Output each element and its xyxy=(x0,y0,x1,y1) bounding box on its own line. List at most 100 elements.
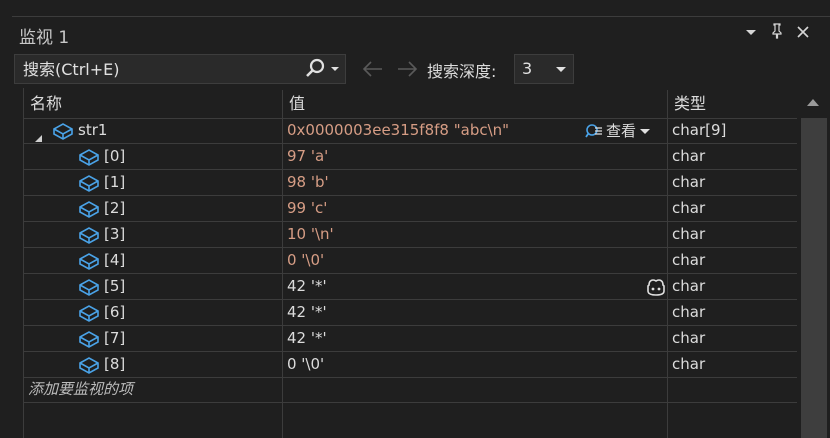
back-arrow-icon[interactable] xyxy=(360,56,386,82)
variable-value: 10 '\n' xyxy=(287,225,334,243)
watch-window: 监视 1 搜索(Ctrl+E) 搜索深度: 3 名称 值 类型 str1 0x0… xyxy=(0,0,830,438)
search-depth-label: 搜索深度: xyxy=(427,62,497,81)
name-cell: [5] xyxy=(24,274,282,300)
empty-value-cell xyxy=(282,403,667,438)
chevron-down-icon xyxy=(331,67,339,71)
variable-value: 42 '*' xyxy=(287,329,327,347)
value-cell[interactable]: 97 'a' xyxy=(282,144,667,170)
watch-row-child[interactable]: [6] 42 '*' char xyxy=(24,300,797,326)
object-icon xyxy=(78,356,100,374)
scrollbar-thumb[interactable] xyxy=(801,118,827,438)
name-cell: [8] xyxy=(24,352,282,378)
toolbar: 搜索深度: 3 xyxy=(12,52,830,88)
vertical-scrollbar[interactable] xyxy=(797,90,830,438)
type-cell: char xyxy=(667,274,797,300)
name-cell: [3] xyxy=(24,222,282,248)
search-depth-value: 3 xyxy=(522,59,533,78)
copilot-icon[interactable] xyxy=(645,277,667,297)
name-cell: [0] xyxy=(24,144,282,170)
variable-value: 97 'a' xyxy=(287,147,329,165)
viewer-label: 查看 xyxy=(606,121,637,140)
watch-grid: 名称 值 类型 str1 0x0000003ee315f8f8 "abc\n" 查看… xyxy=(24,90,797,438)
grid-left-gutter xyxy=(12,88,24,438)
grid-header: 名称 值 类型 xyxy=(24,90,797,119)
object-icon xyxy=(78,174,100,192)
value-cell[interactable]: 42 '*' xyxy=(282,300,667,326)
collapse-triangle-icon[interactable] xyxy=(34,126,43,144)
value-cell[interactable]: 42 '*' xyxy=(282,274,667,300)
object-icon xyxy=(78,252,100,270)
variable-name: [3] xyxy=(104,225,126,243)
search-depth-select[interactable]: 3 xyxy=(514,54,574,84)
variable-name: [6] xyxy=(104,303,126,321)
value-cell[interactable]: 0 '\0' xyxy=(282,352,667,378)
chevron-down-icon xyxy=(556,67,566,72)
column-header-type[interactable]: 类型 xyxy=(667,90,797,118)
watch-row-child[interactable]: [2] 99 'c' char xyxy=(24,196,797,222)
add-item-row[interactable]: 添加要监视的项 xyxy=(24,377,797,403)
watch-row-child[interactable]: [0] 97 'a' char xyxy=(24,144,797,170)
column-header-name[interactable]: 名称 xyxy=(24,90,282,118)
name-cell: str1 xyxy=(24,118,282,144)
watch-row-child[interactable]: [4] 0 '\0' char xyxy=(24,248,797,274)
variable-value: 98 'b' xyxy=(287,173,329,191)
pin-icon[interactable] xyxy=(764,23,790,45)
forward-arrow-icon[interactable] xyxy=(394,56,420,82)
object-icon xyxy=(78,148,100,166)
add-item-value-cell xyxy=(282,377,667,403)
title-controls xyxy=(738,23,816,45)
object-icon xyxy=(78,278,100,296)
value-cell[interactable]: 10 '\n' xyxy=(282,222,667,248)
type-cell: char xyxy=(667,300,797,326)
variable-value: 42 '*' xyxy=(287,303,327,321)
text-visualizer-button[interactable]: 查看 xyxy=(585,118,651,144)
search-input[interactable] xyxy=(15,55,301,83)
variable-name: [0] xyxy=(104,147,126,165)
watch-row-child[interactable]: [3] 10 '\n' char xyxy=(24,222,797,248)
type-cell: char xyxy=(667,170,797,196)
variable-value: 99 'c' xyxy=(287,199,328,217)
value-cell[interactable]: 42 '*' xyxy=(282,326,667,352)
search-box xyxy=(14,54,346,84)
name-cell: [1] xyxy=(24,170,282,196)
type-cell: char xyxy=(667,144,797,170)
magnifier-icon xyxy=(585,124,602,138)
watch-row-child[interactable]: [7] 42 '*' char xyxy=(24,326,797,352)
variable-name: str1 xyxy=(78,121,108,139)
type-cell: char[9] xyxy=(667,118,797,144)
name-cell: [6] xyxy=(24,300,282,326)
variable-value: 0 '\0' xyxy=(287,251,325,269)
chevron-down-icon[interactable] xyxy=(639,119,651,144)
watch-row-child[interactable]: [1] 98 'b' char xyxy=(24,170,797,196)
object-icon xyxy=(78,330,100,348)
variable-name: [1] xyxy=(104,173,126,191)
watch-row-child[interactable]: [8] 0 '\0' char xyxy=(24,352,797,378)
value-cell[interactable]: 99 'c' xyxy=(282,196,667,222)
variable-name: [2] xyxy=(104,199,126,217)
name-cell: [4] xyxy=(24,248,282,274)
object-icon xyxy=(78,304,100,322)
add-item-input[interactable]: 添加要监视的项 xyxy=(24,377,282,403)
watch-row-child[interactable]: [5] 42 '*' char xyxy=(24,274,797,300)
watch-row-root[interactable]: str1 0x0000003ee315f8f8 "abc\n" 查看 char[9] xyxy=(24,118,797,144)
value-cell[interactable]: 0 '\0' xyxy=(282,248,667,274)
variable-name: [8] xyxy=(104,355,126,373)
object-icon xyxy=(78,226,100,244)
type-cell: char xyxy=(667,222,797,248)
scroll-up-icon[interactable] xyxy=(806,98,820,108)
dropdown-menu-icon[interactable] xyxy=(738,23,764,45)
type-cell: char xyxy=(667,326,797,352)
title-bar: 监视 1 xyxy=(12,16,830,51)
value-cell[interactable]: 98 'b' xyxy=(282,170,667,196)
empty-row xyxy=(24,403,797,438)
type-cell: char xyxy=(667,352,797,378)
empty-type-cell xyxy=(667,403,797,438)
variable-name: [4] xyxy=(104,251,126,269)
search-button[interactable] xyxy=(303,58,343,80)
value-cell[interactable]: 0x0000003ee315f8f8 "abc\n" 查看 xyxy=(282,118,667,144)
close-icon[interactable] xyxy=(790,23,816,45)
variable-value: 0 '\0' xyxy=(287,355,325,373)
column-header-value[interactable]: 值 xyxy=(282,90,667,118)
name-cell: [2] xyxy=(24,196,282,222)
type-cell: char xyxy=(667,196,797,222)
